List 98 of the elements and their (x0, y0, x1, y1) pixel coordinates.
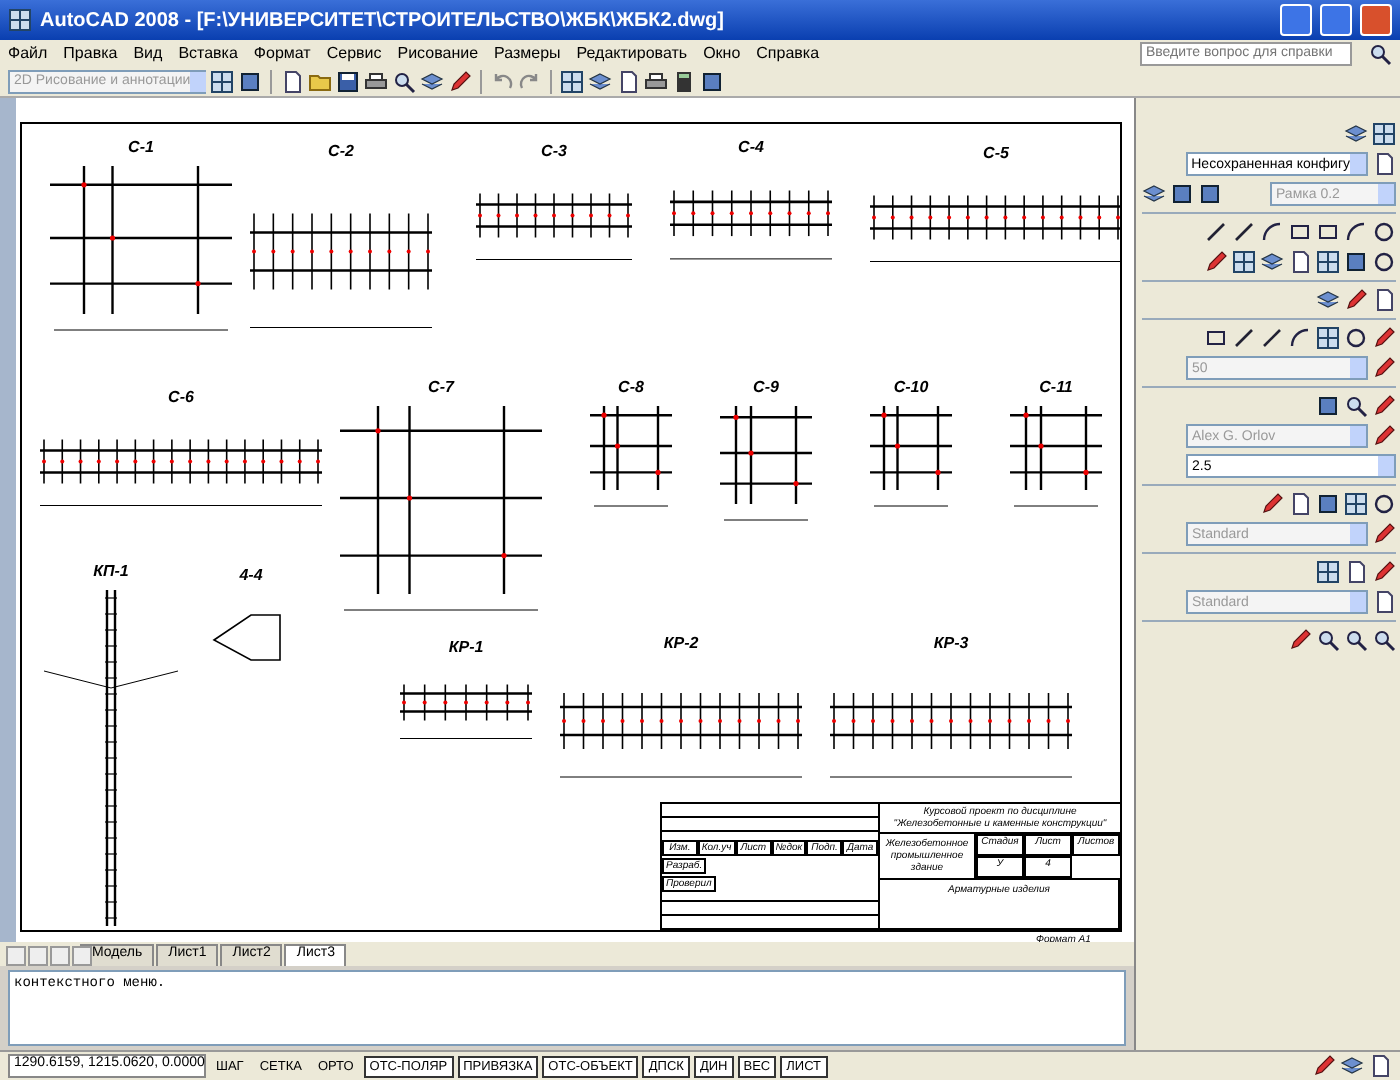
drawing-label: С-8 (618, 378, 644, 396)
drawing-label: 4-4 (239, 566, 263, 584)
arc-icon[interactable] (1260, 220, 1284, 244)
menu-item[interactable]: Вид (133, 44, 163, 62)
rectangle-icon[interactable] (1204, 326, 1228, 350)
grid-icon[interactable] (8, 8, 32, 32)
drawing-label: КР-1 (448, 638, 484, 656)
layers-icon[interactable] (1340, 1054, 1364, 1078)
pencil-icon[interactable] (1372, 326, 1396, 350)
line-icon[interactable] (1232, 220, 1256, 244)
menu-item[interactable]: Формат (253, 44, 311, 62)
redo-arrow-icon[interactable] (518, 69, 542, 93)
pencil-icon[interactable] (1372, 356, 1396, 380)
drawing-label: КП-1 (93, 562, 129, 580)
page-icon[interactable] (1288, 250, 1312, 274)
circle-icon[interactable] (1344, 326, 1368, 350)
layers-icon[interactable] (1142, 182, 1166, 206)
pencil-icon[interactable] (1344, 288, 1368, 312)
square-icon[interactable] (238, 69, 262, 93)
line-icon[interactable] (1232, 326, 1256, 350)
grid-icon[interactable] (1344, 492, 1368, 516)
line-icon[interactable] (1204, 220, 1228, 244)
menu-item[interactable]: Рисование (397, 44, 479, 62)
page-icon[interactable] (1344, 560, 1368, 584)
menu-item[interactable]: Редактировать (576, 44, 688, 62)
drawing-label: С-10 (893, 378, 929, 396)
grid-icon[interactable] (1316, 326, 1340, 350)
menu-item[interactable]: Файл (8, 44, 48, 62)
printer-icon[interactable] (644, 69, 668, 93)
menu-item[interactable]: Правка (63, 44, 118, 62)
page-icon[interactable] (1368, 1054, 1392, 1078)
pencil-icon[interactable] (1372, 424, 1396, 448)
square-icon[interactable] (1344, 250, 1368, 274)
tab-scroll-button[interactable] (72, 945, 92, 966)
circle-icon[interactable] (1372, 220, 1396, 244)
layers-icon[interactable] (588, 69, 612, 93)
grid-icon[interactable] (560, 69, 584, 93)
maximize-button[interactable] (1320, 4, 1352, 36)
drawing-label: С-4 (738, 138, 764, 156)
drawing-label: С-1 (128, 138, 154, 156)
grid-icon[interactable] (1232, 250, 1256, 274)
pencil-icon[interactable] (1288, 628, 1312, 652)
square-icon[interactable] (1316, 492, 1340, 516)
drawing-label: КР-2 (663, 634, 699, 652)
pencil-icon[interactable] (1260, 492, 1284, 516)
layers-icon[interactable] (1316, 288, 1340, 312)
circle-icon[interactable] (1372, 250, 1396, 274)
layers-icon[interactable] (1344, 122, 1368, 146)
square-icon[interactable] (700, 69, 724, 93)
menu-item[interactable]: Окно (703, 44, 741, 62)
rectangle-icon[interactable] (1288, 220, 1312, 244)
magnifier-icon[interactable] (1316, 628, 1340, 652)
magnifier-icon[interactable] (392, 69, 416, 93)
square-icon[interactable] (1316, 394, 1340, 418)
layers-icon[interactable] (1260, 250, 1284, 274)
pencil-icon[interactable] (1372, 522, 1396, 546)
drawing-label: С-9 (753, 378, 779, 396)
magnifier-icon[interactable] (1368, 41, 1392, 65)
drawing-label: С-2 (328, 142, 354, 160)
printer-icon[interactable] (364, 69, 388, 93)
menu-item[interactable]: Сервис (326, 44, 382, 62)
close-button[interactable] (1360, 4, 1392, 36)
calculator-icon[interactable] (672, 69, 696, 93)
arc-icon[interactable] (1288, 326, 1312, 350)
circle-icon[interactable] (1372, 492, 1396, 516)
arc-icon[interactable] (1344, 220, 1368, 244)
grid-icon[interactable] (210, 69, 234, 93)
grid-icon[interactable] (1316, 560, 1340, 584)
magnifier-icon[interactable] (1372, 628, 1396, 652)
drawing-label: КР-3 (933, 634, 969, 652)
drawing-label: С-3 (541, 142, 567, 160)
square-icon[interactable] (1198, 182, 1222, 206)
line-icon[interactable] (1260, 326, 1284, 350)
square-icon[interactable] (1170, 182, 1194, 206)
page-icon[interactable] (1288, 492, 1312, 516)
pencil-icon[interactable] (1312, 1054, 1336, 1078)
page-icon[interactable] (1372, 288, 1396, 312)
pencil-icon[interactable] (1204, 250, 1228, 274)
drawing-label: С-7 (428, 378, 454, 396)
pencil-icon[interactable] (1372, 394, 1396, 418)
magnifier-icon[interactable] (1344, 394, 1368, 418)
rectangle-icon[interactable] (1316, 220, 1340, 244)
grid-icon[interactable] (1316, 250, 1340, 274)
grid-icon[interactable] (1372, 122, 1396, 146)
drawing-label: С-11 (1039, 378, 1073, 396)
undo-arrow-icon[interactable] (490, 69, 514, 93)
menu-item[interactable]: Размеры (494, 44, 561, 62)
menu-item[interactable]: Вставка (178, 44, 238, 62)
layers-icon[interactable] (420, 69, 444, 93)
drawing-label: С-5 (983, 144, 1009, 162)
pencil-icon[interactable] (1372, 560, 1396, 584)
window-title: AutoCAD 2008 - [F:\УНИВЕРСИТЕТ\СТРОИТЕЛЬСТВО\ЖБК\ЖБК2.dwg] (40, 9, 726, 31)
page-icon[interactable] (1372, 590, 1396, 614)
magnifier-icon[interactable] (1344, 628, 1368, 652)
page-icon[interactable] (1372, 152, 1396, 176)
menu-item[interactable]: Справка (756, 44, 820, 62)
drawing-label: С-6 (168, 388, 194, 406)
minimize-button[interactable] (1280, 4, 1312, 36)
